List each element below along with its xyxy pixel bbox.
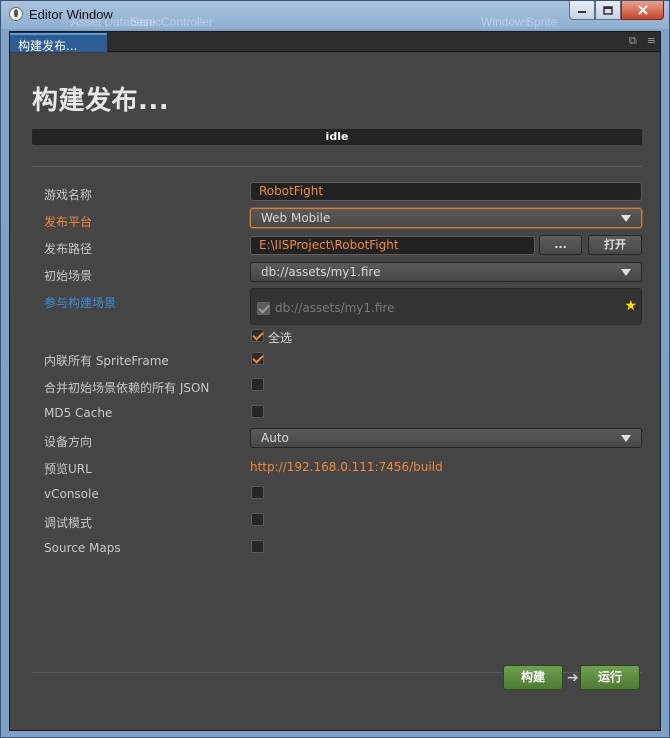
client-area: 构建发布... ⧉ ≡ 构建发布... idle 游戏名称 RobotFight… [9,31,661,731]
menu-icon[interactable]: ≡ [647,35,656,47]
scene-item-checkbox [257,302,270,315]
popout-icon[interactable]: ⧉ [629,35,637,47]
scene-item-path: db://assets/my1.fire [275,301,395,315]
orientation-select[interactable]: Auto [250,428,642,448]
tab-bar: 构建发布... ⧉ ≡ [10,32,660,53]
chevron-down-icon [621,435,631,442]
arrow-right-icon: ➔ [567,670,579,686]
start-scene-select[interactable]: db://assets/my1.fire [250,262,642,282]
run-button[interactable]: 运行 [580,665,640,690]
vconsole-label: vConsole [44,487,99,501]
inline-spriteframe-checkbox[interactable] [251,352,264,365]
background-window-text: SanicController [131,15,214,29]
close-icon [637,5,648,15]
source-maps-checkbox[interactable] [251,540,264,553]
game-name-label: 游戏名称 [44,188,93,202]
browse-button[interactable]: ... [539,235,582,255]
start-scene-label: 初始场景 [44,269,93,283]
orientation-label: 设备方向 [44,435,93,449]
included-scenes-label: 参与构建场景 [44,296,117,310]
build-path-label: 发布路径 [44,242,93,256]
open-folder-button[interactable]: 打开 [588,235,642,255]
select-all-checkbox[interactable] [251,329,264,342]
chevron-down-icon [621,215,631,222]
window-controls [569,1,664,20]
debug-mode-label: 调试模式 [44,516,93,530]
divider [32,166,642,167]
close-button[interactable] [621,1,664,20]
tab-tools: ⧉ ≡ [629,35,656,47]
platform-select-value: Web Mobile [261,211,331,225]
inline-spriteframe-label: 内联所有 SpriteFrame [44,354,169,368]
title-bar[interactable]: Editor Window Asset Database SanicContro… [1,1,669,29]
preview-url-link[interactable]: http://192.168.0.111:7456/build [250,460,443,474]
background-window-text: Windows [481,15,530,29]
build-path-input[interactable]: E:\IISProject\RobotFight [250,236,535,255]
merge-json-checkbox[interactable] [251,378,264,391]
tab-build[interactable]: 构建发布... [10,33,107,53]
select-all-label[interactable]: 全选 [268,329,292,346]
background-window-text: Sprite [526,15,558,29]
chevron-down-icon [621,269,631,276]
md5-cache-checkbox[interactable] [251,405,264,418]
game-name-input[interactable]: RobotFight [250,182,642,201]
editor-window: Editor Window Asset Database SanicContro… [0,0,670,738]
minimize-icon [578,11,586,13]
preview-url-label: 预览URL [44,462,92,476]
source-maps-label: Source Maps [44,541,121,555]
maximize-button[interactable] [595,1,621,20]
scene-list: db://assets/my1.fire ★ [250,288,642,325]
platform-select[interactable]: Web Mobile [250,208,642,228]
platform-label: 发布平台 [44,215,93,229]
vconsole-checkbox[interactable] [251,486,264,499]
md5-cache-label: MD5 Cache [44,406,113,420]
minimize-button[interactable] [569,1,595,20]
star-icon: ★ [624,298,637,314]
merge-json-label: 合并初始场景依赖的所有 JSON [44,381,210,395]
build-panel: 构建发布... idle 游戏名称 RobotFight 发布平台 Web Mo… [10,53,660,730]
start-scene-select-value: db://assets/my1.fire [261,265,381,279]
build-button[interactable]: 构建 [503,665,563,690]
app-icon [9,7,23,21]
debug-mode-checkbox[interactable] [251,513,264,526]
orientation-select-value: Auto [261,431,289,445]
maximize-icon [603,5,613,15]
build-status-bar: idle [32,129,642,145]
page-title: 构建发布... [32,86,170,116]
